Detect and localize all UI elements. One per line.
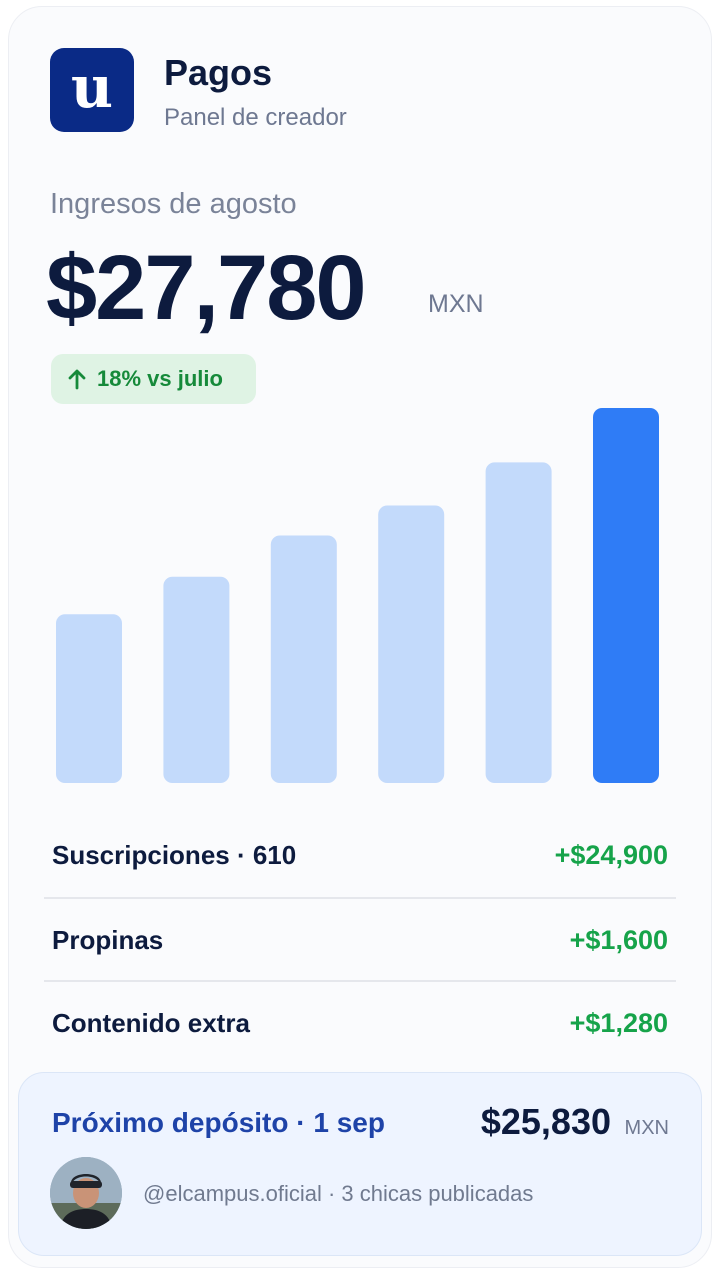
account-line: @elcampus.oficial · 3 chicas publicadas (143, 1181, 534, 1206)
deposit-currency: MXN (624, 1117, 669, 1139)
breakdown-row-tips: Propinas +$1,600 (44, 899, 676, 981)
logo-glyph: u (70, 53, 114, 121)
chart-bar[interactable] (163, 576, 230, 783)
row-value: +$1,600 (569, 924, 668, 955)
chart-bar[interactable] (56, 614, 122, 783)
chart-bar[interactable] (378, 505, 445, 784)
deposit-amount: $25,830 (480, 1101, 611, 1142)
arrow-up-icon (68, 369, 86, 390)
app-title: Pagos (164, 52, 273, 93)
chart-bar[interactable] (270, 535, 337, 784)
change-text: 18% vs julio (97, 366, 223, 391)
app-logo: u (50, 48, 134, 132)
period-label: Ingresos de agosto (50, 188, 297, 220)
row-label: Propinas (52, 924, 164, 955)
app-subtitle: Panel de creador (164, 104, 347, 131)
change-badge: 18% vs julio (51, 354, 256, 404)
total-amount: $27,780 (46, 237, 367, 339)
row-label: Suscripciones · 610 (52, 839, 297, 870)
amount-currency: MXN (428, 290, 484, 318)
row-label: Contenido extra (52, 1007, 250, 1038)
row-value: +$1,280 (569, 1007, 668, 1038)
chart-bar[interactable] (593, 408, 659, 783)
breakdown-row-extra-content: Contenido extra +$1,280 (44, 982, 676, 1064)
avatar-image (50, 1157, 122, 1229)
breakdown-row-subscriptions: Suscripciones · 610 +$24,900 (44, 814, 676, 896)
chart-bar[interactable] (485, 462, 552, 783)
next-deposit-card[interactable]: Próximo depósito · 1 sep $25,830 MXN @el… (18, 1072, 702, 1256)
row-value: +$24,900 (554, 839, 668, 870)
avatar[interactable] (50, 1157, 122, 1229)
deposit-label: Próximo depósito · 1 sep (52, 1107, 385, 1138)
